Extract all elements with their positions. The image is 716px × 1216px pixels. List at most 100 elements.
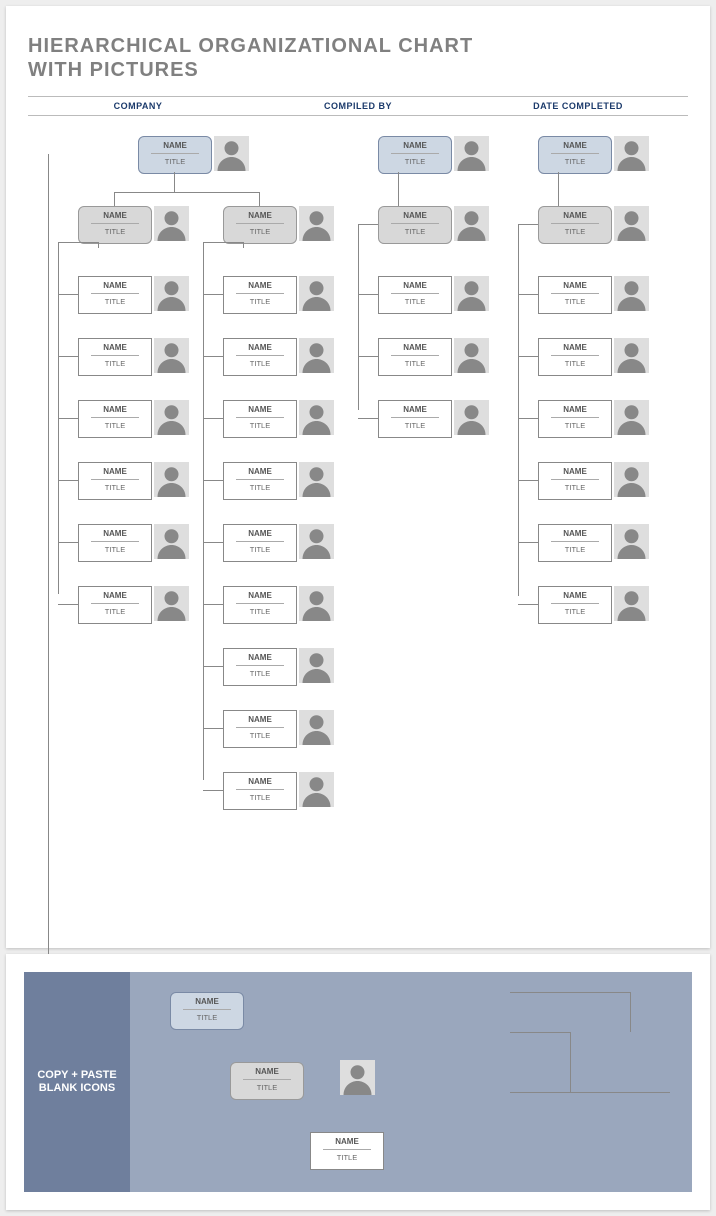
org-node-title: TITLE bbox=[224, 728, 296, 740]
connector bbox=[114, 192, 115, 206]
connector bbox=[518, 224, 538, 225]
connector bbox=[48, 154, 49, 954]
connector bbox=[58, 418, 78, 419]
org-node[interactable]: NAMETITLE bbox=[78, 276, 152, 314]
org-node[interactable]: NAMETITLE bbox=[223, 462, 297, 500]
connector bbox=[358, 418, 378, 419]
person-icon bbox=[154, 462, 189, 497]
person-icon bbox=[614, 276, 649, 311]
org-node-title: TITLE bbox=[539, 604, 611, 616]
title-line-2: WITH PICTURES bbox=[28, 59, 199, 81]
org-node-name: NAME bbox=[224, 277, 296, 290]
org-node-title: TITLE bbox=[379, 418, 451, 430]
org-node[interactable]: NAMETITLE bbox=[223, 524, 297, 562]
org-node[interactable]: NAMETITLE bbox=[223, 648, 297, 686]
org-node-title: TITLE bbox=[224, 666, 296, 678]
org-node[interactable]: NAME TITLE bbox=[223, 338, 297, 376]
org-node[interactable]: NAMETITLE bbox=[78, 338, 152, 376]
org-node-title: TITLE bbox=[224, 224, 296, 236]
org-node-name: NAME bbox=[79, 401, 151, 414]
org-node-title: TITLE bbox=[171, 1010, 243, 1022]
org-node-name: NAME bbox=[224, 339, 296, 352]
org-node-name: NAME bbox=[379, 207, 451, 220]
org-node-title: TITLE bbox=[79, 418, 151, 430]
org-node[interactable]: NAMETITLE bbox=[223, 276, 297, 314]
person-icon bbox=[340, 1060, 375, 1095]
connector bbox=[630, 992, 631, 1032]
org-node-title: TITLE bbox=[79, 604, 151, 616]
connector bbox=[174, 172, 175, 192]
org-node-name: NAME bbox=[171, 993, 243, 1006]
org-node-name: NAME bbox=[539, 339, 611, 352]
org-chart-canvas: NAME TITLE NAME TITLE NAME TITLE NAME TITLE NAME… bbox=[28, 116, 688, 926]
org-node-name: NAME bbox=[539, 463, 611, 476]
org-node-name: NAME bbox=[79, 339, 151, 352]
org-node[interactable]: NAMETITLE bbox=[378, 276, 452, 314]
connector bbox=[510, 992, 630, 993]
person-icon bbox=[299, 338, 334, 373]
org-node[interactable]: NAMETITLE bbox=[78, 524, 152, 562]
connector bbox=[58, 542, 78, 543]
org-node[interactable]: NAME TITLE bbox=[378, 206, 452, 244]
org-node[interactable]: NAME TITLE bbox=[78, 400, 152, 438]
org-node[interactable]: NAMETITLE bbox=[223, 772, 297, 810]
person-icon bbox=[454, 276, 489, 311]
person-icon bbox=[154, 586, 189, 621]
person-icon bbox=[299, 206, 334, 241]
org-node-name: NAME bbox=[539, 277, 611, 290]
connector bbox=[203, 666, 223, 667]
connector bbox=[518, 356, 538, 357]
org-node[interactable]: NAMETITLE bbox=[223, 400, 297, 438]
org-node-title: TITLE bbox=[224, 418, 296, 430]
org-node[interactable]: NAMETITLE bbox=[378, 136, 452, 174]
org-node[interactable]: NAMETITLE bbox=[538, 524, 612, 562]
org-node[interactable]: NAMETITLE bbox=[378, 338, 452, 376]
org-node[interactable]: NAMETITLE bbox=[78, 586, 152, 624]
org-node[interactable]: NAMETITLE bbox=[223, 586, 297, 624]
org-node-name: NAME bbox=[224, 207, 296, 220]
org-node[interactable]: NAMETITLE bbox=[538, 400, 612, 438]
org-node-title: TITLE bbox=[539, 480, 611, 492]
org-node[interactable]: NAMETITLE bbox=[138, 136, 212, 174]
org-node-title: TITLE bbox=[379, 224, 451, 236]
org-node-name: NAME bbox=[139, 137, 211, 150]
org-node-title: TITLE bbox=[539, 294, 611, 306]
org-node[interactable]: NAMETITLE bbox=[230, 1062, 304, 1100]
header-compiled: COMPILED BY bbox=[248, 101, 468, 111]
connector bbox=[58, 242, 98, 243]
org-node-name: NAME bbox=[539, 137, 611, 150]
org-node[interactable]: NAMETITLE bbox=[538, 136, 612, 174]
org-node[interactable]: NAME TITLE bbox=[538, 276, 612, 314]
org-node-name: NAME bbox=[79, 277, 151, 290]
connector bbox=[518, 480, 538, 481]
person-icon bbox=[454, 206, 489, 241]
person-icon bbox=[454, 400, 489, 435]
connector bbox=[510, 1092, 670, 1093]
org-node[interactable]: NAMETITLE bbox=[78, 462, 152, 500]
person-icon bbox=[299, 710, 334, 745]
org-node-title: TITLE bbox=[379, 154, 451, 166]
org-node[interactable]: NAME TITLE bbox=[538, 462, 612, 500]
connector bbox=[203, 728, 223, 729]
connector bbox=[58, 604, 78, 605]
connector bbox=[203, 356, 223, 357]
org-node-title: TITLE bbox=[79, 224, 151, 236]
org-node[interactable]: NAMETITLE bbox=[538, 206, 612, 244]
person-icon bbox=[614, 524, 649, 559]
org-node-title: TITLE bbox=[79, 480, 151, 492]
header-company: COMPANY bbox=[28, 101, 248, 111]
org-node[interactable]: NAMETITLE bbox=[378, 400, 452, 438]
connector bbox=[203, 790, 223, 791]
org-node[interactable]: NAMETITLE bbox=[538, 586, 612, 624]
connector bbox=[398, 172, 399, 206]
org-node[interactable]: NAME TITLE bbox=[170, 992, 244, 1030]
org-node[interactable]: NAME TITLE bbox=[223, 206, 297, 244]
connector bbox=[518, 542, 538, 543]
org-node[interactable]: NAMETITLE bbox=[78, 206, 152, 244]
person-icon bbox=[614, 400, 649, 435]
org-node-title: TITLE bbox=[539, 356, 611, 368]
org-node[interactable]: NAME TITLE bbox=[538, 338, 612, 376]
org-node-title: TITLE bbox=[224, 356, 296, 368]
org-node[interactable]: NAMETITLE bbox=[223, 710, 297, 748]
org-node[interactable]: NAMETITLE bbox=[310, 1132, 384, 1170]
